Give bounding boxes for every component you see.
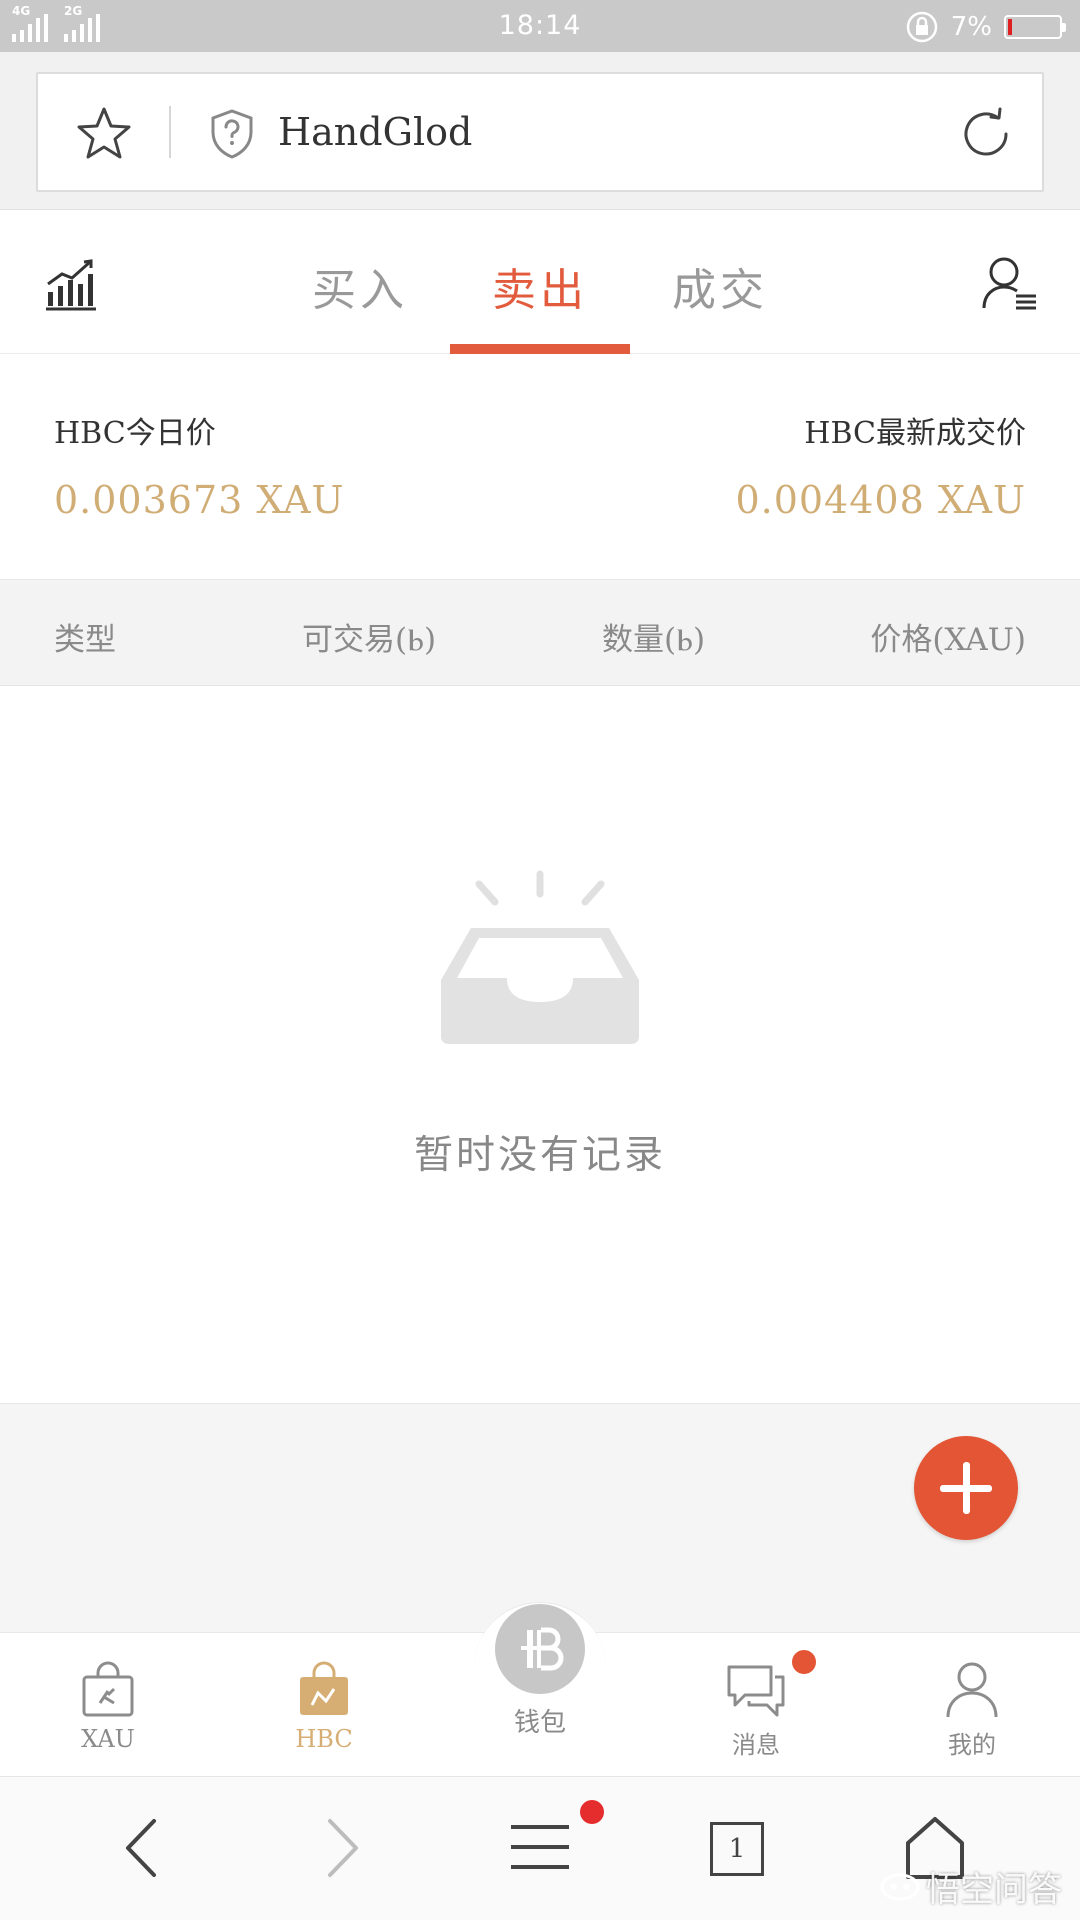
market-chart-icon[interactable] [44,258,98,312]
hbc-bag-icon [300,1661,348,1715]
message-badge [792,1650,816,1674]
browser-address-area: HandGlod [0,52,1080,210]
watermark-text: 悟空问答 [926,1870,1062,1910]
nav-wallet-label: 钱包 [513,1708,566,1738]
column-tradable: 可交易(Ⱃ) [302,622,437,658]
price-summary: HBC今日价 0.003673 XAU HBC最新成交价 0.004408 XA… [0,354,1080,580]
tabs-count-button[interactable]: 1 [710,1822,764,1876]
status-right: 7% [905,10,1066,44]
message-icon [727,1665,785,1717]
latest-price-label: HBC最新成交价 [804,416,1026,451]
empty-inbox-icon [441,870,639,1044]
nav-profile-label: 我的 [948,1731,996,1759]
user-orders-icon[interactable] [980,254,1038,312]
profile-icon [946,1662,998,1718]
active-tab-indicator [450,344,630,354]
reload-icon[interactable] [956,104,1016,164]
today-price-value: 0.003673 XAU [54,478,345,522]
nav-xau[interactable]: XAU [28,1659,188,1753]
trade-tabs-header: 买入 卖出 成交 [0,210,1080,354]
column-quantity: 数量(Ⱃ) [602,622,706,658]
nav-hbc[interactable]: HBC [244,1659,404,1753]
bookmark-star-icon[interactable] [74,104,134,164]
forward-icon[interactable] [306,1813,376,1883]
watermark: 悟空问答 [880,1862,1062,1911]
address-divider [169,106,171,158]
content-footer-space [0,1404,1080,1634]
nav-xau-label: XAU [81,1725,135,1753]
menu-badge [580,1800,604,1824]
wallet-icon [495,1604,585,1694]
rotation-lock-icon [906,11,937,43]
nav-hbc-label: HBC [295,1725,353,1753]
nav-messages[interactable]: 消息 [676,1659,836,1760]
orders-table-header: 类型 可交易(Ⱃ) 数量(Ⱃ) 价格(XAU) [0,580,1080,686]
empty-message: 暂时没有记录 [413,1133,666,1178]
status-bar: 4G 2G 18:14 7% [0,0,1080,52]
back-icon[interactable] [110,1813,180,1883]
latest-price-value: 0.004408 XAU [735,478,1026,522]
add-order-button[interactable] [914,1436,1018,1540]
site-security-shield-icon[interactable] [208,108,256,160]
tab-sell[interactable]: 卖出 [450,254,630,318]
xau-bag-icon [82,1661,134,1717]
nav-profile[interactable]: 我的 [892,1659,1052,1760]
menu-icon[interactable] [505,1813,575,1883]
tab-buy[interactable]: 买入 [270,254,450,318]
address-bar[interactable]: HandGlod [36,72,1044,192]
column-type: 类型 [54,622,116,658]
column-price: 价格(XAU) [870,622,1026,658]
battery-icon [1004,15,1066,39]
nav-messages-label: 消息 [732,1731,780,1759]
empty-state: 暂时没有记录 [0,686,1080,1404]
watermark-logo-icon [880,1873,920,1900]
nav-wallet[interactable]: 钱包 [460,1604,620,1739]
today-price-label: HBC今日价 [54,416,216,451]
tab-deals[interactable]: 成交 [630,254,810,318]
battery-percent: 7% [950,12,992,42]
page-title-url[interactable]: HandGlod [278,110,472,154]
